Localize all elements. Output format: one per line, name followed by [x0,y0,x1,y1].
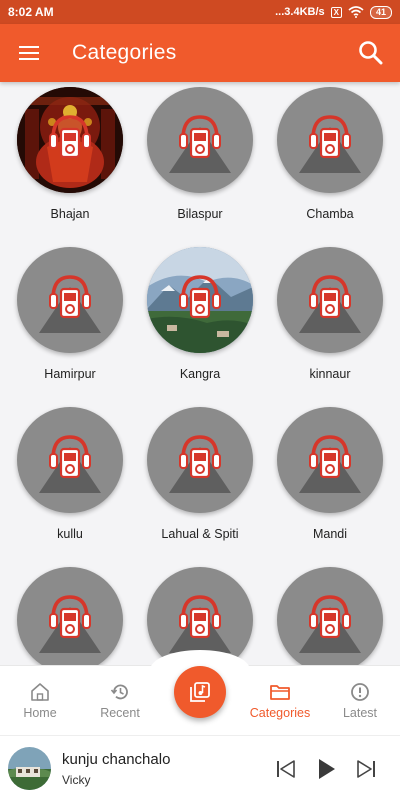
nav-latest[interactable]: Latest [320,666,400,736]
headphone-player-icon [179,275,221,319]
music-player-placeholder [39,275,101,333]
music-library-icon [190,682,210,702]
music-player-placeholder [299,595,361,653]
category-item[interactable]: Bhajan [5,87,135,237]
album-art-photo [8,747,51,790]
sim-badge: X [330,6,342,18]
nav-categories[interactable]: Categories [240,666,320,736]
category-item[interactable]: Kangra [135,247,265,397]
alert-circle-icon [351,683,369,701]
category-label: kinnaur [309,367,351,381]
nav-categories-label: Categories [249,706,311,720]
search-icon [359,41,383,65]
nav-home-label: Home [23,706,57,720]
status-bar: 8:02 AM ...3.4KB/s X 41 [0,0,400,24]
nav-recent[interactable]: Recent [80,666,160,736]
category-thumbnail [277,247,383,353]
music-player-placeholder [299,275,361,333]
category-label: kullu [57,527,83,541]
previous-button[interactable] [273,756,299,782]
bottom-navigation: Home Recent Categories Latest [0,650,400,736]
category-thumbnail [147,407,253,513]
music-player-placeholder [169,435,231,493]
nav-latest-label: Latest [342,706,378,720]
headphone-player-icon [49,115,91,159]
skip-next-icon [357,760,375,778]
category-thumbnail [17,407,123,513]
music-library-button[interactable] [174,666,226,718]
menu-icon [19,46,39,60]
music-player-placeholder [299,435,361,493]
now-playing-title: kunju chanchalo [62,751,171,768]
mini-player[interactable]: kunju chanchalo Vicky [0,735,400,800]
next-button[interactable] [353,756,379,782]
nav-recent-label: Recent [100,706,140,720]
now-playing-artist: Vicky [62,773,91,787]
status-indicators: ...3.4KB/s X 41 [275,5,392,19]
category-label: Hamirpur [44,367,96,381]
play-icon [319,759,335,779]
category-item[interactable]: Chamba [265,87,395,237]
category-thumbnail [277,407,383,513]
category-label: Bilaspur [177,207,223,221]
category-label: Kangra [179,367,221,381]
category-grid: Bhajan Bilaspur Chamba Hamirpur Kangra k… [0,82,400,665]
status-time: 8:02 AM [8,5,54,19]
category-item[interactable]: Hamirpur [5,247,135,397]
wifi-icon [348,6,364,18]
category-item[interactable] [265,567,395,665]
category-item[interactable] [5,567,135,665]
album-art [8,747,51,790]
music-player-placeholder [299,115,361,173]
net-speed: ...3.4KB/s [275,6,325,18]
music-player-placeholder [169,115,231,173]
category-item[interactable]: Lahual & Spiti [135,407,265,557]
menu-button[interactable] [0,24,58,82]
search-button[interactable] [342,24,400,82]
battery-level: 41 [369,5,392,19]
category-thumbnail [17,247,123,353]
music-player-placeholder [39,595,101,653]
category-label: Bhajan [50,207,90,221]
category-label: Chamba [306,207,354,221]
page-title: Categories [72,41,177,64]
music-player-placeholder [39,435,101,493]
history-icon [110,684,128,700]
category-item[interactable]: Bilaspur [135,87,265,237]
category-item[interactable]: kullu [5,407,135,557]
nav-home[interactable]: Home [0,666,80,736]
folder-icon [270,685,290,700]
app-bar: Categories [0,24,400,82]
category-label: Lahual & Spiti [161,527,239,541]
category-thumbnail [277,87,383,193]
category-thumbnail [17,87,123,193]
category-item[interactable]: Mandi [265,407,395,557]
skip-previous-icon [277,760,295,778]
category-item[interactable]: kinnaur [265,247,395,397]
category-thumbnail [17,567,123,665]
play-button[interactable] [313,756,339,782]
category-thumbnail [277,567,383,665]
category-label: Mandi [312,527,348,541]
category-thumbnail [147,87,253,193]
category-thumbnail [147,247,253,353]
home-icon [31,683,49,701]
